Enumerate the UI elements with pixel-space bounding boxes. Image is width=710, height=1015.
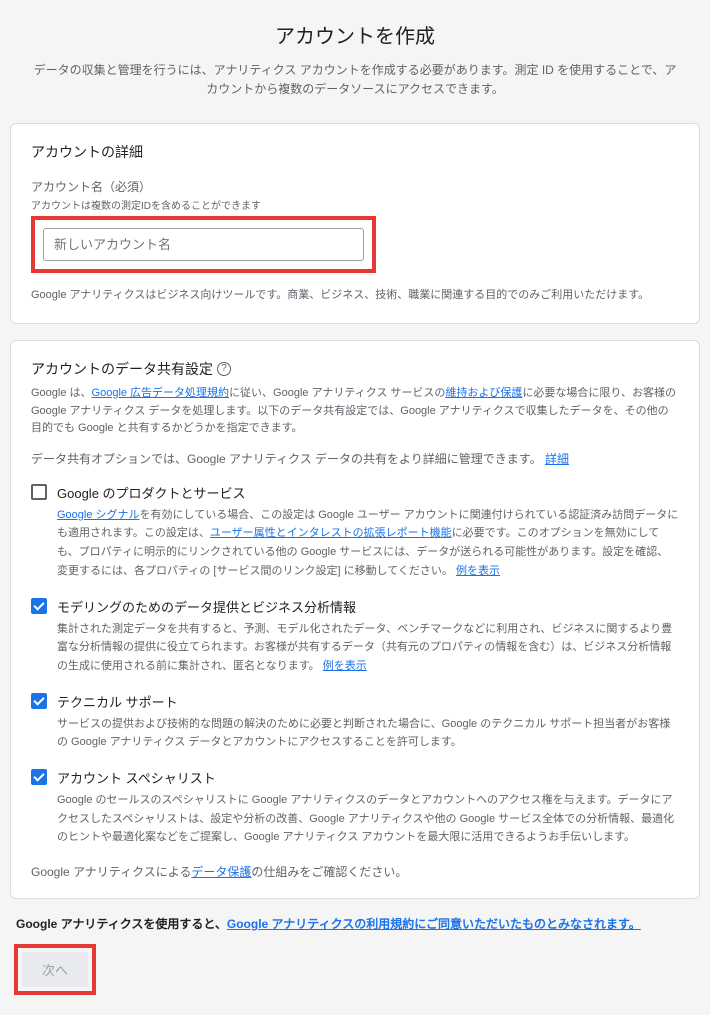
option-account-specialist: アカウント スペシャリスト Google のセールスのスペシャリストに Goog…	[31, 768, 679, 847]
checkbox-products-services[interactable]	[31, 484, 47, 500]
option-title: Google のプロダクトとサービス	[57, 483, 679, 502]
account-name-input[interactable]	[43, 228, 364, 261]
sharing-footer-note: Google アナリティクスによるデータ保護の仕組みをご確認ください。	[31, 863, 679, 880]
account-name-hint: アカウントは複数の測定IDを含めることができます	[31, 197, 679, 212]
example-link[interactable]: 例を表示	[323, 660, 367, 672]
data-protection-link[interactable]: データ保護	[191, 865, 251, 879]
next-button-highlight: 次へ	[14, 944, 96, 995]
agreement-text: Google アナリティクスを使用すると、Google アナリティクスの利用規約…	[16, 915, 694, 932]
option-products-services: Google のプロダクトとサービス Google シグナルを有効にしている場合…	[31, 483, 679, 581]
user-interest-report-link[interactable]: ユーザー属性とインタレストの拡張レポート機能	[210, 527, 452, 539]
maintain-protect-link[interactable]: 維持および保護	[445, 387, 522, 399]
option-modeling: モデリングのためのデータ提供とビジネス分析情報 集計された測定データを共有すると…	[31, 597, 679, 676]
checkbox-modeling[interactable]	[31, 598, 47, 614]
option-desc: Google のセールスのスペシャリストに Google アナリティクスのデータ…	[57, 791, 679, 847]
google-signals-link[interactable]: Google シグナル	[57, 509, 140, 521]
next-button[interactable]: 次へ	[22, 952, 88, 987]
card-title-details: アカウントの詳細	[31, 142, 679, 162]
option-tech-support: テクニカル サポート サービスの提供および技術的な問題の解決のために必要と判断さ…	[31, 692, 679, 752]
page-title: アカウントを作成	[10, 20, 700, 49]
option-title: アカウント スペシャリスト	[57, 768, 679, 787]
sharing-intro: データ共有オプションでは、Google アナリティクス データの共有をより詳細に…	[31, 450, 679, 467]
page-subtitle: データの収集と管理を行うには、アナリティクス アカウントを作成する必要があります…	[10, 61, 700, 99]
account-details-card: アカウントの詳細 アカウント名（必須） アカウントは複数の測定IDを含めることが…	[10, 123, 700, 324]
option-desc: Google シグナルを有効にしている場合、この設定は Google ユーザー …	[57, 506, 679, 581]
option-desc: 集計された測定データを共有すると、予測、モデル化されたデータ、ベンチマークなどに…	[57, 620, 679, 676]
sharing-section-desc: Google は、Google 広告データ処理規約に従い、Google アナリテ…	[31, 385, 679, 438]
example-link[interactable]: 例を表示	[456, 565, 500, 577]
option-desc: サービスの提供および技術的な問題の解決のために必要と判断された場合に、Googl…	[57, 715, 679, 752]
checkbox-account-specialist[interactable]	[31, 769, 47, 785]
data-sharing-card: アカウントのデータ共有設定 ? Google は、Google 広告データ処理規…	[10, 340, 700, 899]
sharing-details-link[interactable]: 詳細	[545, 452, 569, 466]
account-name-highlight	[31, 216, 376, 273]
sharing-section-title: アカウントのデータ共有設定 ?	[31, 359, 679, 379]
account-name-label: アカウント名（必須）	[31, 178, 679, 195]
ads-data-terms-link[interactable]: Google 広告データ処理規約	[92, 387, 230, 399]
option-title: モデリングのためのデータ提供とビジネス分析情報	[57, 597, 679, 616]
sharing-title-text: アカウントのデータ共有設定	[31, 359, 213, 379]
terms-agreement-link[interactable]: Google アナリティクスの利用規約にご同意いただいたものとみなされます。	[227, 917, 641, 931]
option-title: テクニカル サポート	[57, 692, 679, 711]
help-icon[interactable]: ?	[217, 362, 231, 376]
account-details-note: Google アナリティクスはビジネス向けツールです。商業、ビジネス、技術、職業…	[31, 287, 679, 305]
checkbox-tech-support[interactable]	[31, 693, 47, 709]
